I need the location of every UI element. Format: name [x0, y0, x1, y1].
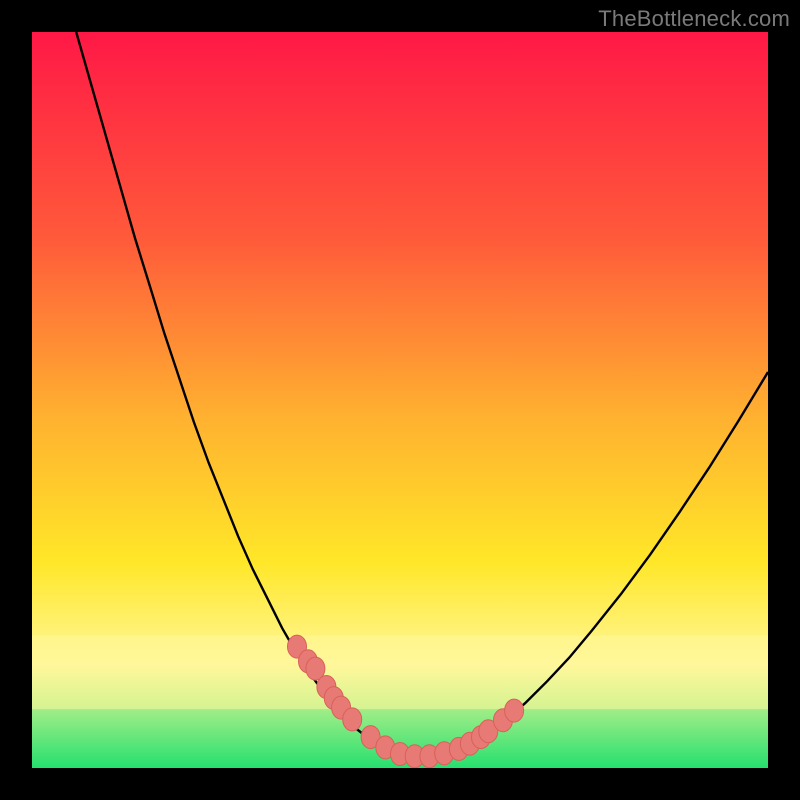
bottleneck-chart — [32, 32, 768, 768]
pale-band — [32, 636, 768, 710]
chart-frame — [32, 32, 768, 768]
data-dot — [505, 699, 524, 722]
watermark-label: TheBottleneck.com — [598, 6, 790, 32]
data-dot — [343, 708, 362, 731]
